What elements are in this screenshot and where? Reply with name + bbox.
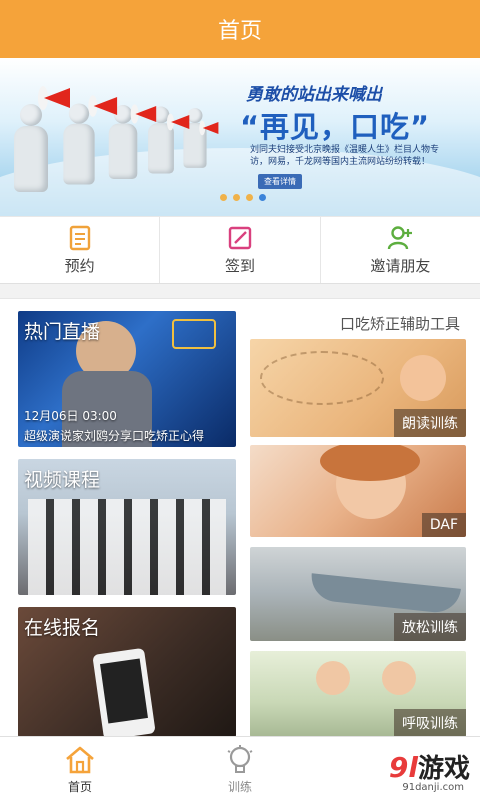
watermark-number: 9l xyxy=(388,751,418,784)
breathing-training-card[interactable]: 呼吸训练 xyxy=(250,651,466,737)
invite-friend-icon xyxy=(388,225,413,249)
home-icon xyxy=(66,746,94,773)
megaphone-icon xyxy=(130,104,162,124)
lightbulb-icon xyxy=(227,744,253,773)
appointment-icon xyxy=(69,225,90,250)
checkin-icon xyxy=(228,226,252,249)
checkin-button[interactable]: 签到 xyxy=(160,217,321,283)
carousel-dot[interactable] xyxy=(233,194,240,201)
doodle-graphic xyxy=(260,351,384,405)
online-signup-card[interactable]: 在线报名 xyxy=(18,607,236,737)
phone-screen xyxy=(100,658,148,724)
video-course-card[interactable]: 视频课程 xyxy=(18,459,236,595)
tab-training[interactable]: 训练 xyxy=(160,737,320,801)
tools-section-title: 口吃矫正辅助工具 xyxy=(340,315,461,333)
live-title: 热门直播 xyxy=(24,321,101,343)
megaphone-icon xyxy=(38,86,78,110)
banner-headline: 勇敢的站出来喊出 xyxy=(246,85,382,105)
breathing-training-label: 呼吸训练 xyxy=(394,709,466,737)
megaphone-icon xyxy=(88,95,125,117)
daf-label: DAF xyxy=(421,513,466,537)
watermark-text: 游戏 xyxy=(417,754,470,784)
site-watermark: 9l游戏 91danji.com xyxy=(388,748,470,793)
group-photo xyxy=(28,499,226,595)
reading-training-label: 朗读训练 xyxy=(394,409,466,437)
person-photo xyxy=(316,661,350,695)
carousel-dot-active[interactable] xyxy=(259,194,266,201)
daf-card[interactable]: DAF xyxy=(250,445,466,537)
invite-friend-label: 邀请朋友 xyxy=(370,256,431,275)
banner-slogan: “再见，口吃” xyxy=(240,110,431,144)
live-stream-card[interactable]: 热门直播 12月06日 03:00 超级演说家刘鸥分享口吃矫正心得 xyxy=(18,311,236,447)
home-content: 口吃矫正辅助工具 热门直播 12月06日 03:00 超级演说家刘鸥分享口吃矫正… xyxy=(0,298,480,737)
video-course-title: 视频课程 xyxy=(24,469,101,491)
person-photo xyxy=(382,661,416,695)
banner-description: 刘同夫妇接受北京晚报《温暖人生》栏目人物专访，网易，千龙网等国内主流网站纷纷转载… xyxy=(250,145,440,167)
child-photo xyxy=(400,355,446,401)
relaxation-training-label: 放松训练 xyxy=(394,613,466,641)
checkin-label: 签到 xyxy=(224,256,255,275)
top-bar: 首页 xyxy=(0,0,480,58)
promo-banner[interactable]: 勇敢的站出来喊出 “再见，口吃” 刘同夫妇接受北京晚报《温暖人生》栏目人物专访，… xyxy=(0,58,480,216)
banner-details-button[interactable]: 查看详情 xyxy=(258,174,302,189)
live-date: 12月06日 03:00 xyxy=(24,409,117,423)
carousel-dot[interactable] xyxy=(220,194,227,201)
relaxation-training-card[interactable]: 放松训练 xyxy=(250,547,466,641)
boat-photo xyxy=(309,573,461,615)
quick-actions: 预约 签到 邀请朋友 xyxy=(0,216,480,284)
carousel-dot[interactable] xyxy=(246,194,253,201)
megaphone-icon xyxy=(199,120,223,136)
reading-training-card[interactable]: 朗读训练 xyxy=(250,339,466,437)
watermark-url: 91danji.com xyxy=(402,782,464,793)
appointment-label: 预约 xyxy=(64,256,95,275)
tab-home-label: 首页 xyxy=(67,779,92,794)
page-title: 首页 xyxy=(217,19,262,44)
carousel-indicator[interactable] xyxy=(220,194,266,201)
figure-illustration xyxy=(12,104,50,192)
appointment-button[interactable]: 预约 xyxy=(0,217,161,283)
megaphone-icon xyxy=(166,113,195,131)
live-description: 超级演说家刘鸥分享口吃矫正心得 xyxy=(24,429,205,443)
invite-friend-button[interactable]: 邀请朋友 xyxy=(321,217,480,283)
tab-home[interactable]: 首页 xyxy=(0,737,160,801)
tab-training-label: 训练 xyxy=(227,779,252,794)
show-logo xyxy=(172,319,216,349)
online-signup-title: 在线报名 xyxy=(24,617,101,639)
